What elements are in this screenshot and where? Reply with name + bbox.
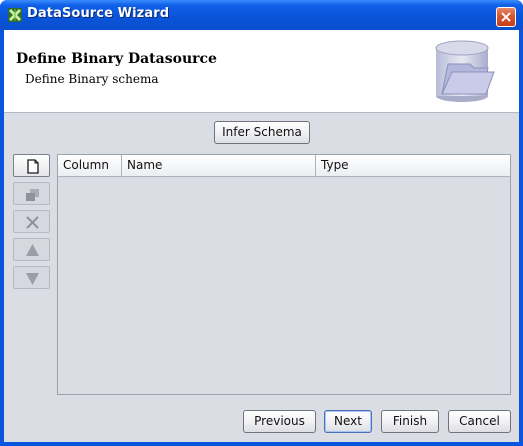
- move-down-button[interactable]: [13, 266, 50, 289]
- datasource-cylinder-icon: [435, 40, 495, 102]
- close-button[interactable]: [496, 7, 516, 27]
- wizard-window: DataSource Wizard Define Binary Datasour…: [0, 0, 523, 446]
- close-icon: [501, 12, 511, 22]
- window-title: DataSource Wizard: [27, 6, 170, 21]
- copy-icon: [26, 189, 39, 201]
- column-header-type[interactable]: Type: [316, 155, 510, 176]
- infer-schema-button[interactable]: Infer Schema: [214, 121, 310, 144]
- column-header-name[interactable]: Name: [122, 155, 316, 176]
- header-divider: [4, 112, 519, 113]
- wizard-app-icon: [8, 8, 22, 22]
- finish-button[interactable]: Finish: [381, 410, 439, 433]
- next-button[interactable]: Next: [324, 410, 372, 433]
- column-header-column[interactable]: Column: [58, 155, 122, 176]
- cancel-button[interactable]: Cancel: [448, 410, 511, 433]
- copy-row-button[interactable]: [13, 182, 50, 205]
- add-row-button[interactable]: [13, 154, 50, 177]
- arrow-up-icon: [26, 244, 39, 256]
- title-bar[interactable]: DataSource Wizard: [0, 0, 523, 30]
- schema-table[interactable]: Column Name Type: [57, 154, 511, 395]
- page-subtitle: Define Binary schema: [25, 72, 159, 86]
- table-header: Column Name Type: [58, 155, 510, 177]
- move-up-button[interactable]: [13, 238, 50, 261]
- arrow-down-icon: [26, 273, 39, 285]
- wizard-header: Define Binary Datasource Define Binary s…: [4, 30, 519, 112]
- page-title: Define Binary Datasource: [16, 51, 217, 67]
- delete-row-button[interactable]: [13, 210, 50, 233]
- new-document-icon: [27, 159, 39, 174]
- dialog-body: Define Binary Datasource Define Binary s…: [4, 30, 519, 442]
- previous-button[interactable]: Previous: [243, 410, 316, 433]
- delete-x-icon: [26, 216, 39, 229]
